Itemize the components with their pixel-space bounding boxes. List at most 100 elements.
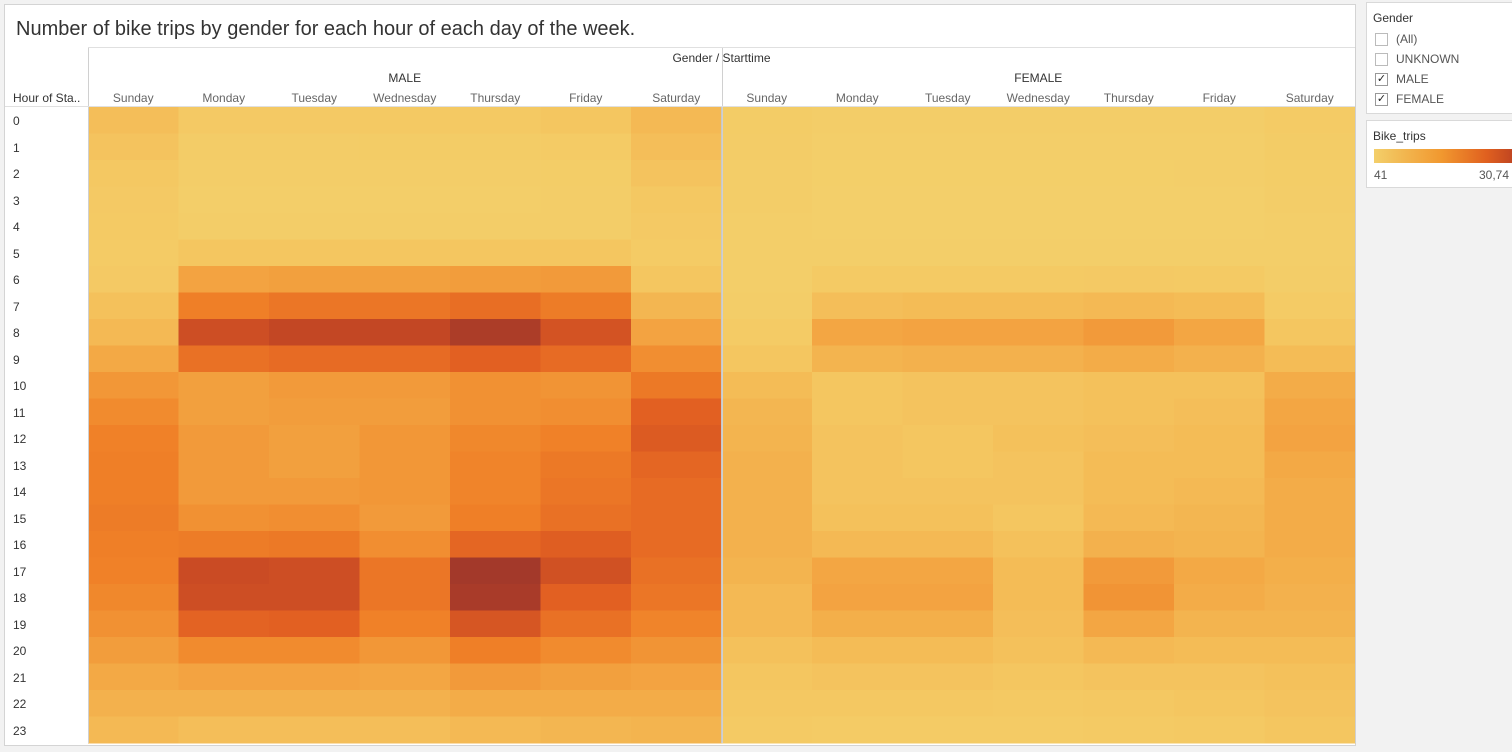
- heatmap-cell-female-wednesday-15[interactable]: [993, 504, 1084, 532]
- heatmap-cell-female-tuesday-17[interactable]: [902, 557, 994, 585]
- heatmap-cell-female-tuesday-3[interactable]: [902, 186, 994, 214]
- heatmap-cell-female-friday-6[interactable]: [1174, 266, 1265, 293]
- heatmap-cell-female-thursday-12[interactable]: [1083, 425, 1175, 452]
- heatmap-cell-female-thursday-16[interactable]: [1083, 531, 1175, 558]
- heatmap-cell-male-sunday-21[interactable]: [88, 663, 179, 691]
- heatmap-cell-female-friday-18[interactable]: [1174, 584, 1265, 611]
- heatmap-cell-female-tuesday-2[interactable]: [902, 160, 994, 187]
- heatmap-cell-female-sunday-2[interactable]: [721, 160, 813, 187]
- heatmap-cell-male-sunday-22[interactable]: [88, 690, 179, 717]
- heatmap-cell-female-thursday-15[interactable]: [1083, 504, 1175, 532]
- heatmap-cell-male-friday-2[interactable]: [540, 160, 632, 187]
- heatmap-cell-male-saturday-11[interactable]: [631, 398, 722, 426]
- heatmap-cell-male-monday-13[interactable]: [178, 451, 270, 479]
- heatmap-cell-male-saturday-16[interactable]: [631, 531, 722, 558]
- heatmap-cell-male-sunday-11[interactable]: [88, 398, 179, 426]
- heatmap-cell-female-wednesday-10[interactable]: [993, 372, 1084, 399]
- heatmap-cell-female-tuesday-14[interactable]: [902, 478, 994, 505]
- heatmap-cell-male-monday-12[interactable]: [178, 425, 270, 452]
- heatmap-cell-male-saturday-0[interactable]: [631, 107, 722, 134]
- heatmap-cell-male-wednesday-17[interactable]: [359, 557, 451, 585]
- heatmap-cell-male-tuesday-23[interactable]: [269, 716, 360, 744]
- heatmap-cell-female-tuesday-13[interactable]: [902, 451, 994, 479]
- heatmap-cell-female-tuesday-7[interactable]: [902, 292, 994, 320]
- heatmap-cell-male-friday-1[interactable]: [540, 133, 632, 161]
- heatmap-cell-female-wednesday-23[interactable]: [993, 716, 1084, 744]
- heatmap-cell-male-tuesday-13[interactable]: [269, 451, 360, 479]
- heatmap-cell-female-wednesday-12[interactable]: [993, 425, 1084, 452]
- heatmap-cell-male-thursday-12[interactable]: [450, 425, 541, 452]
- heatmap-cell-female-friday-23[interactable]: [1174, 716, 1265, 744]
- heatmap-cell-male-sunday-3[interactable]: [88, 186, 179, 214]
- heatmap-cell-male-tuesday-8[interactable]: [269, 319, 360, 346]
- heatmap-cell-female-monday-6[interactable]: [812, 266, 903, 293]
- heatmap-cell-male-friday-8[interactable]: [540, 319, 632, 346]
- heatmap-cell-male-monday-20[interactable]: [178, 637, 270, 664]
- heatmap-cell-female-monday-7[interactable]: [812, 292, 903, 320]
- heatmap-cell-female-tuesday-23[interactable]: [902, 716, 994, 744]
- heatmap-cell-female-saturday-5[interactable]: [1264, 239, 1356, 267]
- heatmap-cell-male-thursday-13[interactable]: [450, 451, 541, 479]
- heatmap-cell-male-saturday-14[interactable]: [631, 478, 722, 505]
- heatmap-cell-male-tuesday-3[interactable]: [269, 186, 360, 214]
- heatmap-cell-female-saturday-19[interactable]: [1264, 610, 1356, 638]
- heatmap-cell-female-friday-13[interactable]: [1174, 451, 1265, 479]
- heatmap-cell-male-friday-9[interactable]: [540, 345, 632, 373]
- heatmap-cell-male-saturday-20[interactable]: [631, 637, 722, 664]
- heatmap-cell-female-monday-19[interactable]: [812, 610, 903, 638]
- heatmap-cell-female-wednesday-13[interactable]: [993, 451, 1084, 479]
- heatmap-cell-female-monday-16[interactable]: [812, 531, 903, 558]
- gender-option-male[interactable]: ✓ MALE: [1375, 71, 1429, 87]
- heatmap-cell-male-wednesday-21[interactable]: [359, 663, 451, 691]
- heatmap-cell-male-monday-8[interactable]: [178, 319, 270, 346]
- heatmap-cell-female-tuesday-6[interactable]: [902, 266, 994, 293]
- heatmap-cell-male-sunday-23[interactable]: [88, 716, 179, 744]
- gender-option-female[interactable]: ✓ FEMALE: [1375, 91, 1444, 107]
- heatmap-cell-male-sunday-4[interactable]: [88, 213, 179, 240]
- heatmap-cell-male-sunday-2[interactable]: [88, 160, 179, 187]
- heatmap-cell-male-monday-15[interactable]: [178, 504, 270, 532]
- heatmap-cell-male-wednesday-11[interactable]: [359, 398, 451, 426]
- heatmap-cell-male-tuesday-2[interactable]: [269, 160, 360, 187]
- heatmap-cell-male-sunday-10[interactable]: [88, 372, 179, 399]
- heatmap-cell-male-friday-6[interactable]: [540, 266, 632, 293]
- heatmap-cell-female-wednesday-2[interactable]: [993, 160, 1084, 187]
- heatmap-cell-female-sunday-17[interactable]: [721, 557, 813, 585]
- heatmap-cell-male-thursday-10[interactable]: [450, 372, 541, 399]
- heatmap-cell-female-friday-11[interactable]: [1174, 398, 1265, 426]
- heatmap-cell-male-wednesday-14[interactable]: [359, 478, 451, 505]
- heatmap-cell-female-saturday-9[interactable]: [1264, 345, 1356, 373]
- heatmap-cell-male-saturday-19[interactable]: [631, 610, 722, 638]
- heatmap-cell-female-wednesday-4[interactable]: [993, 213, 1084, 240]
- heatmap-cell-male-sunday-18[interactable]: [88, 584, 179, 611]
- heatmap-cell-male-sunday-9[interactable]: [88, 345, 179, 373]
- heatmap-cell-male-wednesday-12[interactable]: [359, 425, 451, 452]
- heatmap-cell-female-friday-4[interactable]: [1174, 213, 1265, 240]
- heatmap-cell-female-tuesday-22[interactable]: [902, 690, 994, 717]
- checkbox-icon[interactable]: ✓: [1375, 72, 1388, 86]
- heatmap-cell-female-sunday-0[interactable]: [721, 107, 813, 134]
- heatmap-cell-female-saturday-8[interactable]: [1264, 319, 1356, 346]
- heatmap-cell-female-thursday-0[interactable]: [1083, 107, 1175, 134]
- heatmap-cell-female-tuesday-9[interactable]: [902, 345, 994, 373]
- heatmap-cell-male-sunday-0[interactable]: [88, 107, 179, 134]
- heatmap-cell-female-tuesday-20[interactable]: [902, 637, 994, 664]
- heatmap-cell-female-wednesday-5[interactable]: [993, 239, 1084, 267]
- heatmap-cell-male-thursday-4[interactable]: [450, 213, 541, 240]
- heatmap-cell-female-thursday-3[interactable]: [1083, 186, 1175, 214]
- heatmap-cell-male-tuesday-1[interactable]: [269, 133, 360, 161]
- heatmap-cell-male-tuesday-15[interactable]: [269, 504, 360, 532]
- heatmap-cell-male-saturday-2[interactable]: [631, 160, 722, 187]
- heatmap-cell-male-monday-7[interactable]: [178, 292, 270, 320]
- heatmap-cell-male-wednesday-4[interactable]: [359, 213, 451, 240]
- heatmap-cell-male-thursday-9[interactable]: [450, 345, 541, 373]
- heatmap-cell-male-thursday-14[interactable]: [450, 478, 541, 505]
- heatmap-cell-female-saturday-6[interactable]: [1264, 266, 1356, 293]
- heatmap-cell-female-sunday-7[interactable]: [721, 292, 813, 320]
- heatmap-cell-male-tuesday-11[interactable]: [269, 398, 360, 426]
- heatmap-cell-female-saturday-2[interactable]: [1264, 160, 1356, 187]
- heatmap-cell-male-saturday-17[interactable]: [631, 557, 722, 585]
- heatmap-cell-male-thursday-11[interactable]: [450, 398, 541, 426]
- heatmap-cell-male-monday-4[interactable]: [178, 213, 270, 240]
- heatmap-cell-female-monday-22[interactable]: [812, 690, 903, 717]
